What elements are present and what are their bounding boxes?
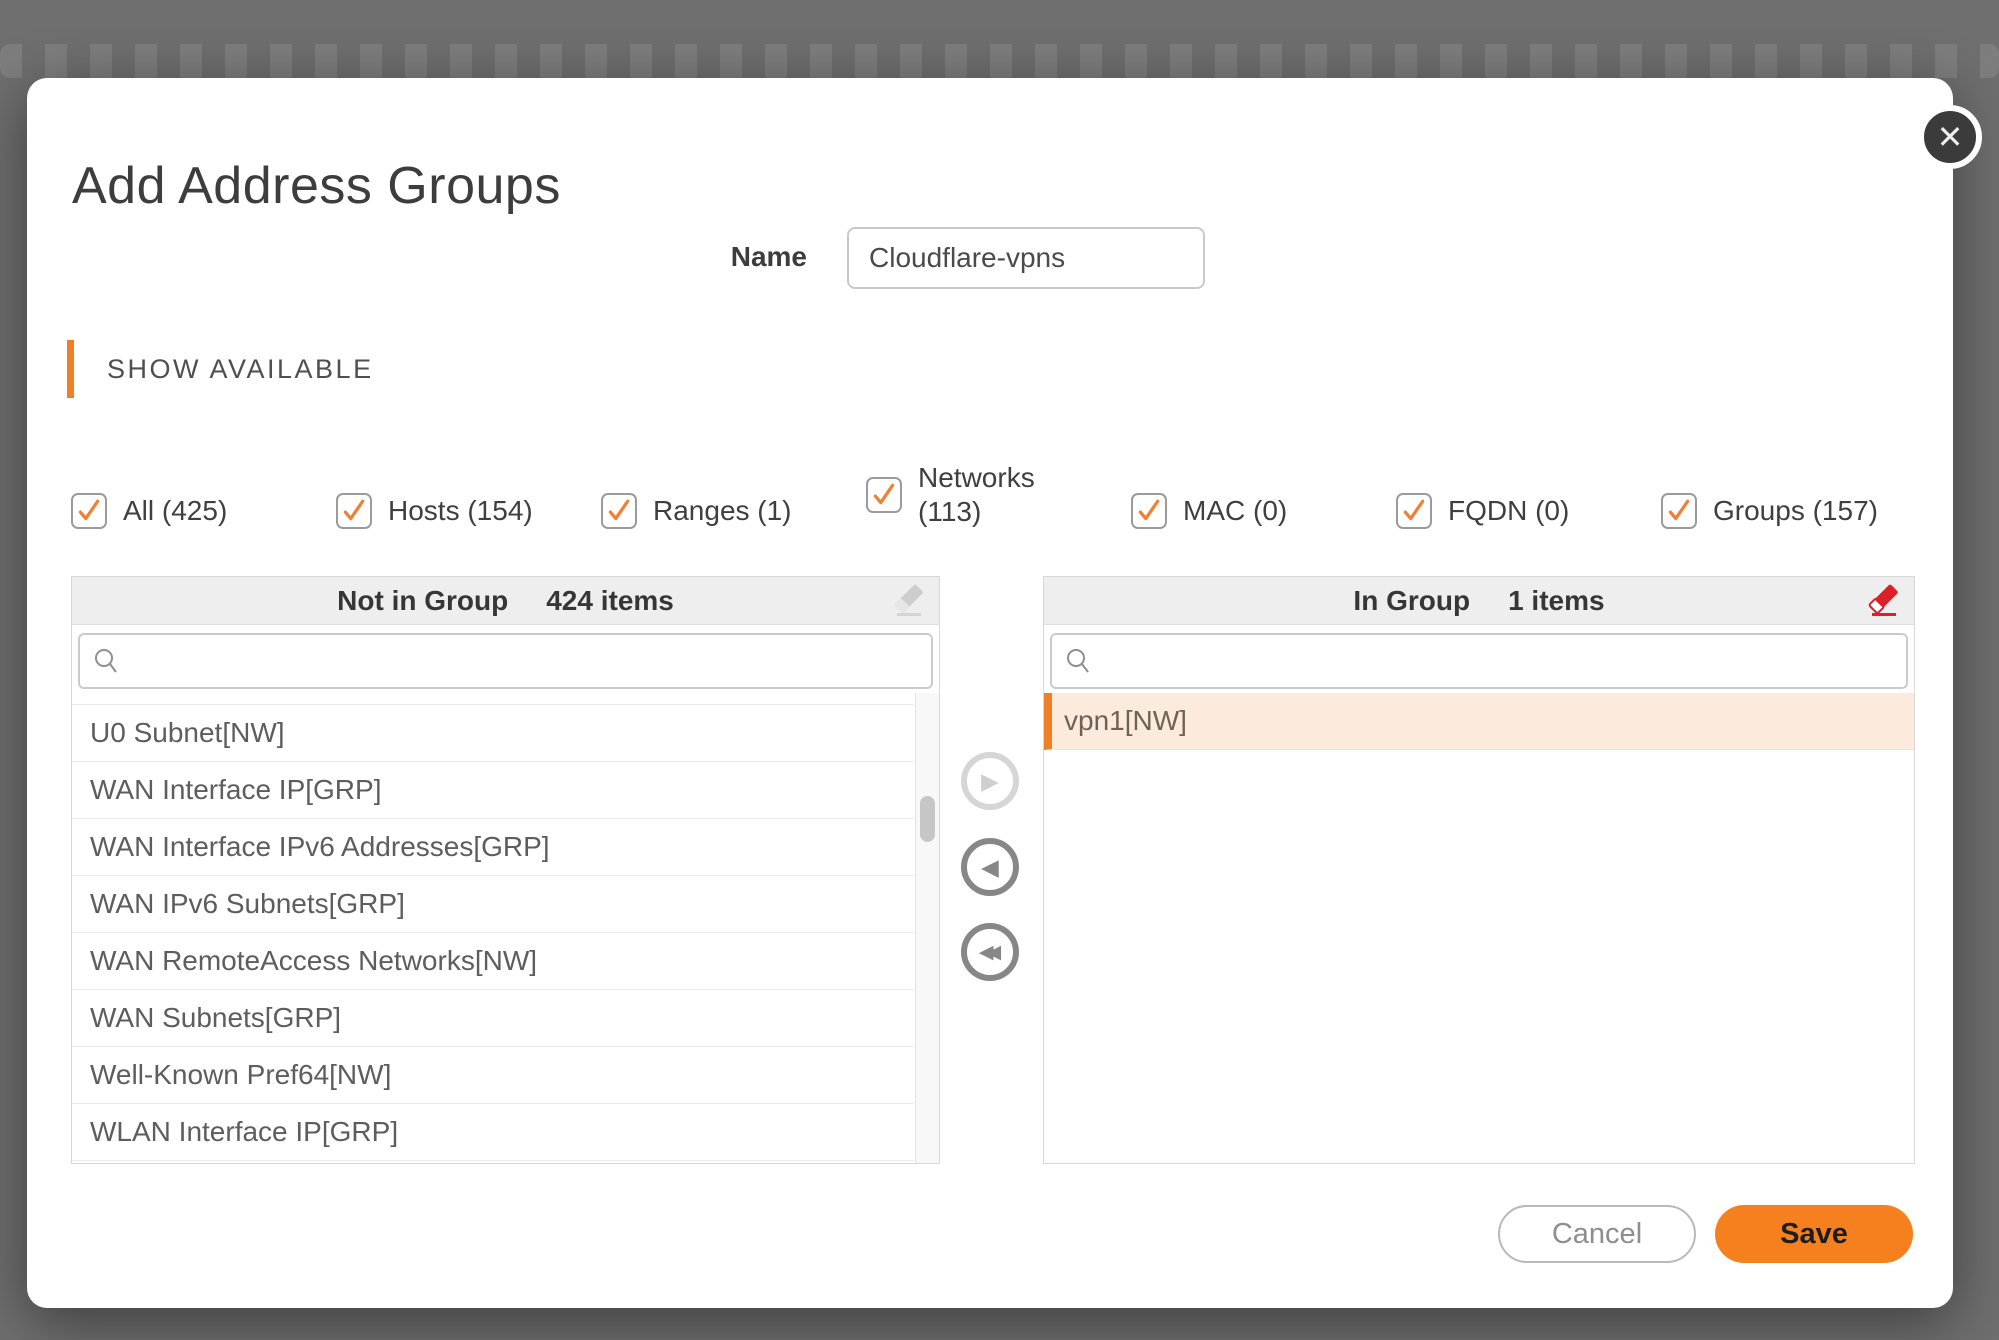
clear-selection-button[interactable] xyxy=(887,581,929,623)
scrollbar-track[interactable] xyxy=(915,693,939,1163)
not-in-group-search[interactable] xyxy=(78,633,933,689)
check-icon xyxy=(1666,498,1692,524)
checkbox[interactable] xyxy=(1661,493,1697,529)
filter-label: FQDN (0) xyxy=(1448,494,1569,528)
arrow-left-icon: ◀ xyxy=(981,856,999,879)
list-item[interactable]: U0 Subnet[NW] xyxy=(72,705,914,762)
move-right-button: ▶ xyxy=(961,752,1019,810)
search-icon xyxy=(92,647,120,675)
checkbox[interactable] xyxy=(866,477,902,513)
filter-label: MAC (0) xyxy=(1183,494,1287,528)
not-in-group-panel: Not in Group 424 items xyxy=(71,576,940,1164)
eraser-icon xyxy=(888,582,928,622)
search-input[interactable] xyxy=(1100,635,1894,687)
move-left-button[interactable]: ◀ xyxy=(961,838,1019,896)
filter-hosts[interactable]: Hosts (154) xyxy=(336,493,601,529)
panel-title: In Group xyxy=(1353,585,1470,617)
panel-title: Not in Group xyxy=(337,585,508,617)
cancel-button[interactable]: Cancel xyxy=(1498,1205,1696,1263)
filter-label: Ranges (1) xyxy=(653,494,792,528)
save-button[interactable]: Save xyxy=(1715,1205,1913,1263)
filter-mac[interactable]: MAC (0) xyxy=(1131,493,1396,529)
close-icon: ✕ xyxy=(1937,121,1964,153)
search-icon xyxy=(1064,647,1092,675)
in-group-search[interactable] xyxy=(1050,633,1908,689)
in-group-header: In Group 1 items xyxy=(1044,577,1914,625)
list-item[interactable]: WAN IPv6 Subnets[GRP] xyxy=(72,876,914,933)
check-icon xyxy=(1136,498,1162,524)
list-item[interactable]: WAN RemoteAccess Networks[NW] xyxy=(72,933,914,990)
filter-label: All (425) xyxy=(123,494,227,528)
in-group-panel: In Group 1 items vpn1[NW] xyxy=(1043,576,1915,1164)
clear-group-button[interactable] xyxy=(1862,581,1904,623)
overlay-background-pattern xyxy=(0,44,1999,78)
add-address-groups-dialog: ✕ Add Address Groups Name SHOW AVAILABLE… xyxy=(27,78,1953,1308)
filter-fqdn[interactable]: FQDN (0) xyxy=(1396,493,1661,529)
not-in-group-header: Not in Group 424 items xyxy=(72,577,939,625)
eraser-red-icon xyxy=(1863,582,1903,622)
panel-count: 424 items xyxy=(546,585,674,617)
section-accent-bar xyxy=(67,340,74,398)
checkbox[interactable] xyxy=(71,493,107,529)
name-label: Name xyxy=(587,241,807,273)
check-icon xyxy=(341,498,367,524)
search-input[interactable] xyxy=(128,635,919,687)
checkbox[interactable] xyxy=(1131,493,1167,529)
in-group-list: vpn1[NW] xyxy=(1044,693,1914,1163)
filter-label: Hosts (154) xyxy=(388,494,533,528)
not-in-group-list: U0 Subnet[NW] WAN Interface IP[GRP] WAN … xyxy=(72,693,939,1163)
double-arrow-left-icon: ◀◀ xyxy=(979,943,1001,962)
filter-label: Networks (113) xyxy=(918,461,1053,529)
name-input[interactable] xyxy=(847,227,1205,289)
arrow-right-icon: ▶ xyxy=(981,770,999,793)
checkbox[interactable] xyxy=(1396,493,1432,529)
check-icon xyxy=(76,498,102,524)
scrollbar-thumb[interactable] xyxy=(920,796,935,842)
move-all-left-button[interactable]: ◀◀ xyxy=(961,923,1019,981)
filter-groups[interactable]: Groups (157) xyxy=(1661,493,1926,529)
check-icon xyxy=(606,498,632,524)
dialog-title: Add Address Groups xyxy=(72,156,561,216)
show-available-header: SHOW AVAILABLE xyxy=(107,354,374,385)
list-item[interactable]: WAN Interface IPv6 Addresses[GRP] xyxy=(72,819,914,876)
filter-networks[interactable]: Networks (113) xyxy=(866,461,1131,529)
list-item[interactable]: Well-Known Pref64[NW] xyxy=(72,1047,914,1104)
filter-all[interactable]: All (425) xyxy=(71,493,336,529)
close-button[interactable]: ✕ xyxy=(1918,105,1982,169)
list-item-selected[interactable]: vpn1[NW] xyxy=(1044,693,1914,750)
filter-ranges[interactable]: Ranges (1) xyxy=(601,493,866,529)
list-item[interactable]: WAN Subnets[GRP] xyxy=(72,990,914,1047)
filter-label: Groups (157) xyxy=(1713,494,1878,528)
list-item[interactable]: WAN Interface IP[GRP] xyxy=(72,762,914,819)
filter-checkbox-row: All (425) Hosts (154) Ranges (1) Network… xyxy=(71,461,1951,529)
check-icon xyxy=(871,482,897,508)
list-item-partial xyxy=(72,693,914,705)
check-icon xyxy=(1401,498,1427,524)
panel-count: 1 items xyxy=(1508,585,1605,617)
list-item[interactable]: WLAN Interface IP[GRP] xyxy=(72,1104,914,1161)
checkbox[interactable] xyxy=(336,493,372,529)
checkbox[interactable] xyxy=(601,493,637,529)
